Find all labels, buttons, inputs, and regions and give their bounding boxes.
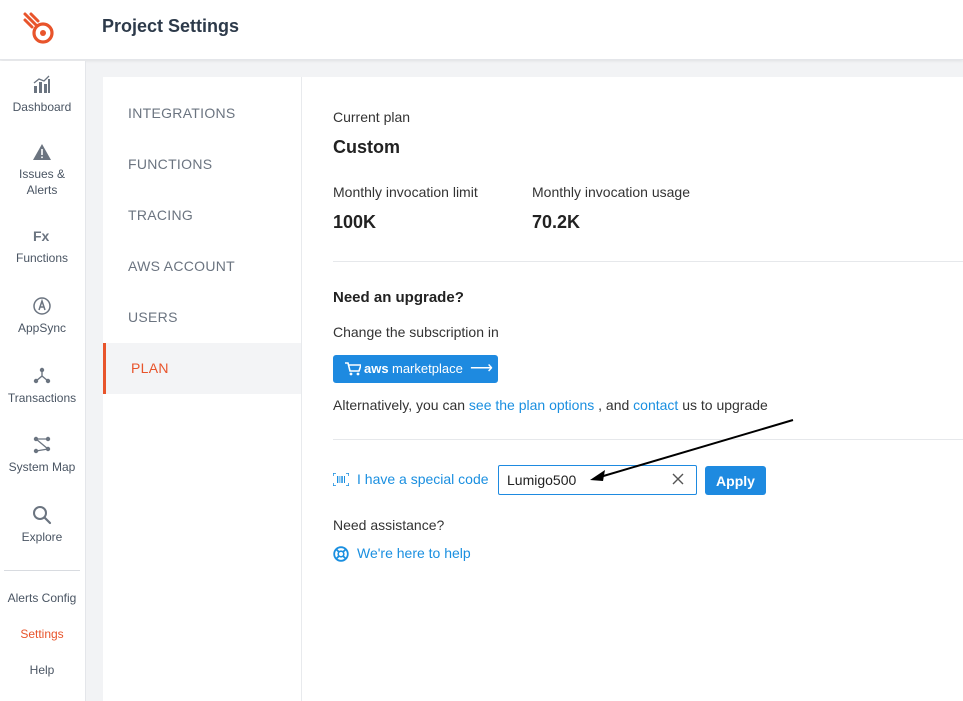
special-code-label: I have a special code bbox=[357, 471, 489, 487]
settings-panel: INTEGRATIONS FUNCTIONS TRACING AWS ACCOU… bbox=[103, 77, 963, 701]
tab-plan[interactable]: PLAN bbox=[103, 343, 301, 394]
sidebar-item-explore[interactable]: Explore bbox=[0, 505, 84, 545]
tab-integrations[interactable]: INTEGRATIONS bbox=[103, 88, 301, 139]
sidebar-item-settings[interactable]: Settings bbox=[0, 627, 84, 641]
sidebar-item-label: Issues & Alerts bbox=[18, 167, 66, 197]
arrow-right-icon: ⟶ bbox=[470, 360, 493, 377]
search-icon bbox=[33, 506, 52, 525]
alternative-mid: , and bbox=[598, 397, 630, 413]
sidebar-item-issues-alerts[interactable]: Issues & Alerts bbox=[0, 142, 84, 198]
alternative-suffix: us to upgrade bbox=[682, 397, 768, 413]
divider bbox=[333, 261, 963, 262]
current-plan-value: Custom bbox=[333, 137, 400, 157]
sidebar-item-system-map[interactable]: System Map bbox=[0, 435, 84, 475]
bar-chart-icon bbox=[33, 75, 50, 93]
left-sidebar: Dashboard Issues & Alerts Fx Functions A… bbox=[0, 61, 86, 701]
page-title: Project Settings bbox=[102, 16, 240, 36]
warning-icon bbox=[33, 144, 51, 160]
sidebar-item-label: Functions bbox=[15, 251, 69, 265]
sidebar-item-transactions[interactable]: Transactions bbox=[0, 366, 84, 406]
sidebar-divider bbox=[4, 570, 80, 571]
sidebar-item-label: Explore bbox=[21, 530, 63, 544]
current-plan-label: Current plan bbox=[333, 109, 411, 125]
tab-tracing[interactable]: TRACING bbox=[103, 190, 301, 241]
alternative-text: Alternatively, you can see the plan opti… bbox=[333, 397, 768, 413]
lumigo-logo-icon[interactable] bbox=[22, 11, 58, 47]
close-icon[interactable] bbox=[670, 471, 686, 487]
help-link-label: We're here to help bbox=[357, 545, 471, 561]
sidebar-item-alerts-config[interactable]: Alerts Config bbox=[0, 591, 84, 605]
sidebar-item-label: AppSync bbox=[17, 321, 67, 335]
invocation-usage-value: 70.2K bbox=[532, 212, 581, 232]
svg-text:Fx: Fx bbox=[33, 228, 50, 244]
sidebar-item-functions[interactable]: Fx Functions bbox=[0, 226, 84, 266]
tab-functions[interactable]: FUNCTIONS bbox=[103, 139, 301, 190]
appsync-icon bbox=[33, 297, 51, 315]
special-code-input[interactable] bbox=[498, 465, 697, 495]
invocation-usage-label: Monthly invocation usage bbox=[532, 184, 690, 200]
change-subscription-text: Change the subscription in bbox=[333, 324, 499, 340]
apply-button[interactable]: Apply bbox=[705, 466, 766, 495]
divider bbox=[333, 439, 963, 440]
tab-users[interactable]: USERS bbox=[103, 292, 301, 343]
aws-button-label: marketplace bbox=[392, 361, 463, 376]
tab-aws-account[interactable]: AWS ACCOUNT bbox=[103, 241, 301, 292]
aws-marketplace-button[interactable]: aws marketplace ⟶ bbox=[333, 355, 498, 383]
transactions-icon bbox=[33, 367, 51, 384]
top-header: Project Settings bbox=[0, 0, 963, 60]
lifebuoy-icon bbox=[333, 546, 349, 562]
sidebar-item-label: Dashboard bbox=[12, 100, 72, 114]
system-map-icon bbox=[33, 436, 51, 454]
barcode-icon bbox=[333, 473, 349, 486]
sidebar-item-label: Transactions bbox=[7, 391, 77, 405]
upgrade-heading: Need an upgrade? bbox=[333, 289, 464, 306]
contact-link[interactable]: contact bbox=[633, 397, 678, 413]
plan-content: Current plan Custom Monthly invocation l… bbox=[333, 77, 963, 701]
plan-options-link[interactable]: see the plan options bbox=[469, 397, 594, 413]
aws-button-brand: aws bbox=[364, 361, 389, 376]
fx-icon: Fx bbox=[33, 228, 50, 244]
settings-subnav: INTEGRATIONS FUNCTIONS TRACING AWS ACCOU… bbox=[103, 77, 302, 701]
alternative-prefix: Alternatively, you can bbox=[333, 397, 466, 413]
cart-icon bbox=[345, 362, 361, 376]
assistance-label: Need assistance? bbox=[333, 517, 445, 533]
sidebar-item-dashboard[interactable]: Dashboard bbox=[0, 75, 84, 115]
invocation-limit-value: 100K bbox=[333, 212, 377, 232]
sidebar-item-label: System Map bbox=[8, 460, 76, 474]
invocation-limit-label: Monthly invocation limit bbox=[333, 184, 478, 200]
sidebar-item-appsync[interactable]: AppSync bbox=[0, 296, 84, 336]
sidebar-item-help[interactable]: Help bbox=[0, 663, 84, 677]
